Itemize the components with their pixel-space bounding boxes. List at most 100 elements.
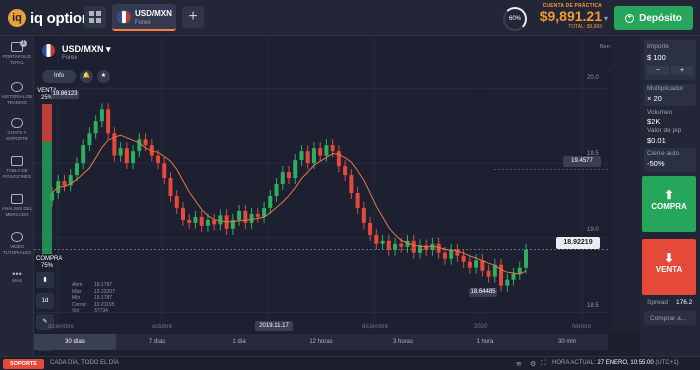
autoclose-value: -50% bbox=[647, 159, 665, 168]
amount-input[interactable]: $ 100 bbox=[647, 53, 666, 62]
info-button[interactable]: Info bbox=[42, 70, 76, 83]
logo[interactable]: iq iq option bbox=[8, 9, 91, 27]
candle bbox=[511, 273, 516, 280]
nav-label: MÁS bbox=[12, 278, 22, 283]
logo-text: iq option bbox=[30, 9, 91, 27]
balance-display[interactable]: CUENTA DE PRÁCTICA $9,891.21 TOTAL: $9,9… bbox=[538, 3, 602, 30]
gauge-indicator[interactable]: 60% bbox=[503, 7, 527, 31]
chevron-down-icon[interactable]: ▾ bbox=[604, 14, 608, 23]
low-marker: 18.64485 bbox=[469, 288, 497, 297]
ohlc-value: 19.21195 bbox=[94, 301, 115, 308]
volume-label: Volumen bbox=[647, 109, 673, 116]
candle bbox=[168, 178, 173, 196]
nav-label: CHATS Y SOPORTE bbox=[6, 130, 28, 141]
spread-label: Spread bbox=[647, 299, 668, 306]
bell-icon[interactable]: 🔔 bbox=[80, 70, 93, 83]
candle bbox=[499, 264, 504, 286]
candle bbox=[380, 240, 385, 244]
candle bbox=[131, 151, 136, 164]
candle bbox=[374, 234, 379, 244]
fullscreen-icon[interactable]: ⛶ bbox=[541, 360, 546, 368]
settings-icon[interactable]: ⚙ bbox=[530, 360, 536, 368]
candle bbox=[343, 166, 348, 176]
candle bbox=[237, 210, 242, 220]
candle bbox=[524, 249, 528, 268]
candle bbox=[355, 193, 360, 208]
x-tick: 2020 bbox=[474, 324, 488, 330]
candle bbox=[330, 145, 335, 152]
tf-3-hours[interactable]: 3 horas bbox=[362, 334, 444, 350]
nav-chats[interactable]: CHATS Y SOPORTE bbox=[0, 118, 34, 141]
deposit-label: Depósito bbox=[639, 12, 682, 24]
buy-sentiment: COMPRA 75% bbox=[36, 256, 62, 270]
tf-1-hour[interactable]: 1 hora bbox=[444, 334, 526, 350]
candle bbox=[118, 148, 123, 156]
left-sidebar: 1 PORTAFOLIO TOTAL HISTORIAL DE TRADING … bbox=[0, 36, 34, 356]
tf-30-min[interactable]: 30 min bbox=[526, 334, 608, 350]
nav-video-tutorials[interactable]: VIDEO TUTORIALES bbox=[0, 232, 34, 255]
tf-30-days[interactable]: 30 días bbox=[34, 334, 116, 350]
chart-canvas[interactable] bbox=[34, 36, 608, 332]
autoclose-label: Cierre auto bbox=[647, 150, 680, 157]
support-button[interactable]: SOPORTE bbox=[3, 359, 44, 369]
candle bbox=[93, 121, 98, 134]
asset-tab-usd-mxn[interactable]: USD/MXN Forex bbox=[112, 4, 176, 31]
candle bbox=[318, 148, 323, 156]
footer: SOPORTE CADA DÍA, TODO EL DÍA ≋ ⚙ ⛶ HORA… bbox=[0, 356, 700, 370]
candle bbox=[517, 267, 522, 274]
nav-market-analysis[interactable]: ANÁLISIS DEL MERCADO bbox=[0, 194, 34, 217]
candle bbox=[399, 243, 404, 247]
ohlc-panel: Abrir 19.1787 Máx 19.22207 Mín 19.1787 Cerr… bbox=[72, 282, 115, 315]
candle bbox=[474, 260, 479, 268]
nav-history[interactable]: HISTORIAL DE TRADING bbox=[0, 82, 34, 105]
tf-7-days[interactable]: 7 días bbox=[116, 334, 198, 350]
timeframe-button[interactable]: 1d bbox=[36, 293, 54, 309]
price-tick: 19.5 bbox=[587, 151, 599, 157]
candle bbox=[124, 148, 129, 164]
candle bbox=[467, 261, 472, 268]
nav-portfolio[interactable]: 1 PORTAFOLIO TOTAL bbox=[0, 40, 34, 65]
sell-button[interactable]: ⬇ VENTA bbox=[642, 239, 696, 295]
sentiment-bar bbox=[42, 104, 52, 254]
line-price-tag: 19.4577 bbox=[563, 156, 601, 167]
balance-total: TOTAL: $9,983 bbox=[568, 24, 602, 30]
candle bbox=[349, 175, 354, 193]
time-value: 27 ENERO, 10:55:00 bbox=[597, 360, 654, 366]
star-icon[interactable]: ★ bbox=[97, 70, 110, 83]
more-dots-icon: ••• bbox=[12, 269, 22, 279]
chart-type-icon[interactable]: ▮ bbox=[36, 272, 54, 288]
add-tab-button[interactable]: + bbox=[182, 6, 204, 28]
buy-button[interactable]: ⬆ COMPRA bbox=[642, 176, 696, 232]
asset-tab-pair: USD/MXN bbox=[135, 9, 172, 18]
apps-grid-button[interactable] bbox=[84, 6, 106, 28]
tf-12-hours[interactable]: 12 horas bbox=[280, 334, 362, 350]
candle bbox=[336, 151, 341, 167]
x-tick: diciembre bbox=[362, 324, 389, 330]
amount-plus-button[interactable]: + bbox=[671, 66, 693, 75]
candle bbox=[368, 222, 373, 235]
nav-label: HISTORIAL DE TRADING bbox=[1, 94, 33, 105]
logo-mark: iq bbox=[8, 9, 26, 27]
asset-name[interactable]: USD/MXN ▾ bbox=[62, 44, 111, 55]
candle bbox=[255, 213, 260, 217]
x-tick: diciembre bbox=[48, 324, 75, 330]
price-chart[interactable] bbox=[34, 36, 608, 332]
candle bbox=[287, 172, 291, 179]
current-price-tag: 18.92219 bbox=[556, 237, 600, 249]
candle bbox=[486, 270, 491, 277]
tf-1-day[interactable]: 1 día bbox=[198, 334, 280, 350]
us-flag-icon bbox=[117, 10, 131, 24]
portfolio-badge: 1 bbox=[20, 40, 27, 47]
nav-leaderboard[interactable]: TABLA DE POSICIONES bbox=[0, 156, 34, 179]
current-time: HORA ACTUAL: 27 ENERO, 10:55:00 (UTC+1) bbox=[552, 360, 679, 366]
candle bbox=[411, 240, 416, 253]
candle bbox=[174, 195, 179, 208]
candle bbox=[137, 139, 142, 152]
candle bbox=[243, 210, 248, 223]
candle bbox=[162, 163, 167, 179]
candle bbox=[99, 109, 104, 122]
nav-more[interactable]: ••• MÁS bbox=[0, 270, 34, 284]
candle bbox=[505, 279, 510, 286]
deposit-button[interactable]: + Depósito bbox=[614, 6, 693, 30]
amount-minus-button[interactable]: − bbox=[647, 66, 669, 75]
